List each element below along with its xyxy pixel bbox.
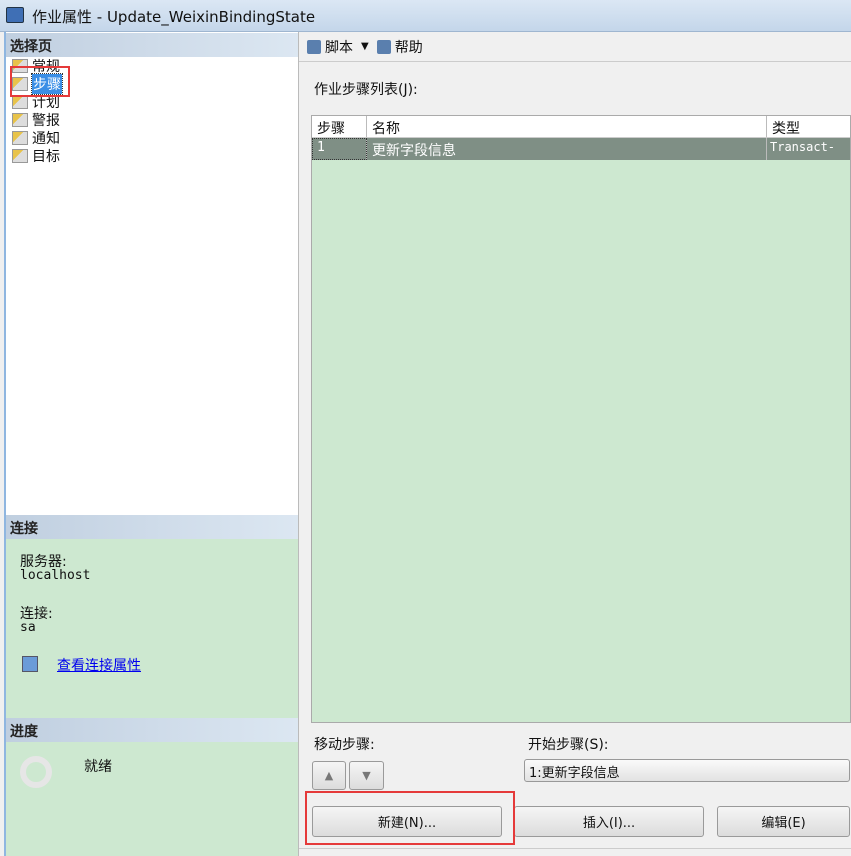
connection-properties-icon bbox=[22, 656, 38, 672]
move-down-button[interactable]: ▼ bbox=[349, 761, 384, 790]
toolbar: 脚本 ▼ 帮助 bbox=[299, 32, 851, 62]
nav-item-notifications[interactable]: 通知 bbox=[12, 129, 60, 147]
window-title: 作业属性 - Update_WeixinBindingState bbox=[32, 8, 316, 26]
table-header: 步骤 名称 类型 bbox=[312, 116, 850, 138]
script-dropdown-icon[interactable]: ▼ bbox=[361, 41, 369, 52]
start-step-select[interactable]: 1:更新字段信息 bbox=[524, 759, 850, 782]
nav-item-targets[interactable]: 目标 bbox=[12, 147, 60, 165]
progress-section: 就绪 bbox=[6, 742, 298, 856]
view-connection-properties-link[interactable]: 查看连接属性 bbox=[57, 655, 141, 675]
nav-label: 目标 bbox=[32, 149, 60, 165]
cell-name: 更新字段信息 bbox=[367, 138, 767, 160]
steps-table[interactable]: 步骤 名称 类型 1 更新字段信息 Transact- bbox=[311, 115, 851, 723]
main-panel: 脚本 ▼ 帮助 作业步骤列表(J): 步骤 名称 类型 1 更新字段信息 Tra… bbox=[298, 32, 851, 856]
move-up-button[interactable]: ▲ bbox=[312, 761, 346, 790]
arrow-down-icon: ▼ bbox=[362, 769, 371, 782]
server-value: localhost bbox=[20, 568, 91, 583]
progress-spinner-icon bbox=[20, 756, 52, 788]
progress-status: 就绪 bbox=[84, 759, 112, 775]
insert-step-button[interactable]: 插入(I)... bbox=[514, 806, 704, 837]
page-icon bbox=[12, 113, 28, 127]
highlight-box bbox=[305, 791, 515, 845]
cell-type: Transact- bbox=[770, 140, 836, 154]
page-icon bbox=[12, 131, 28, 145]
column-header-step[interactable]: 步骤 bbox=[312, 116, 367, 137]
table-row[interactable]: 1 更新字段信息 Transact- bbox=[312, 138, 850, 160]
arrow-up-icon: ▲ bbox=[324, 769, 334, 782]
nav-label: 警报 bbox=[32, 113, 60, 129]
script-icon bbox=[307, 39, 321, 54]
cell-step: 1 bbox=[312, 138, 367, 160]
select-page-header: 选择页 bbox=[6, 33, 298, 57]
column-header-name[interactable]: 名称 bbox=[367, 116, 767, 137]
move-step-label: 移动步骤: bbox=[314, 737, 375, 753]
help-icon bbox=[376, 39, 391, 54]
highlight-box bbox=[10, 66, 70, 97]
app-icon bbox=[6, 7, 24, 23]
page-icon bbox=[12, 95, 28, 109]
title-bar: 作业属性 - Update_WeixinBindingState bbox=[0, 0, 851, 32]
connection-header: 连接 bbox=[6, 515, 298, 539]
progress-header: 进度 bbox=[6, 718, 298, 742]
help-button[interactable]: 帮助 bbox=[395, 37, 423, 57]
edit-step-button[interactable]: 编辑(E) bbox=[717, 806, 850, 837]
nav-label: 通知 bbox=[32, 131, 60, 147]
step-list-label: 作业步骤列表(J): bbox=[314, 82, 418, 98]
connection-section: 服务器: localhost 连接: sa 查看连接属性 bbox=[6, 539, 298, 718]
divider bbox=[299, 848, 851, 849]
nav-item-alerts[interactable]: 警报 bbox=[12, 111, 60, 129]
connection-value: sa bbox=[20, 620, 36, 635]
start-step-label: 开始步骤(S): bbox=[528, 737, 609, 753]
column-header-type[interactable]: 类型 bbox=[767, 116, 850, 137]
left-panel: 选择页 常规 步骤 计划 警报 通知 目标 连接 服务器: localhost … bbox=[4, 32, 298, 856]
script-button[interactable]: 脚本 bbox=[325, 37, 353, 57]
page-icon bbox=[12, 149, 28, 163]
